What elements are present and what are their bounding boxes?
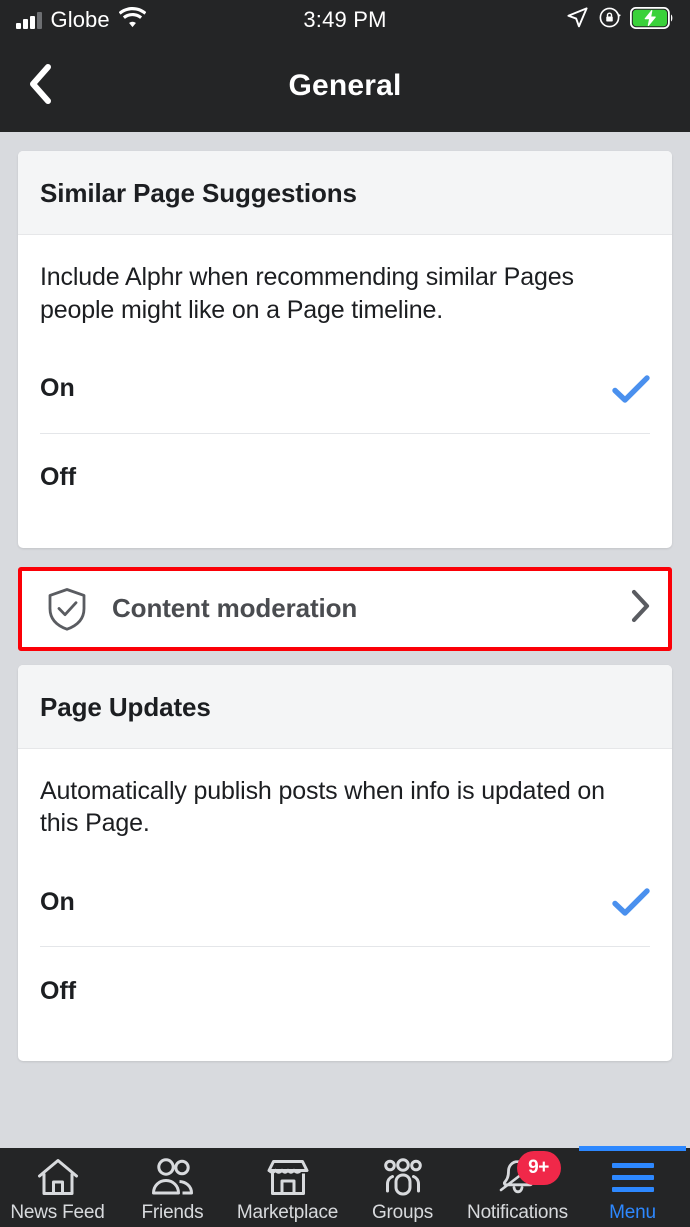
friends-icon <box>150 1157 196 1197</box>
tab-label: Menu <box>609 1202 656 1223</box>
signal-bars-icon <box>16 11 42 29</box>
checkmark-icon <box>612 887 650 917</box>
rotation-lock-icon <box>598 6 621 34</box>
option-row-on[interactable]: On <box>18 345 672 433</box>
status-bar: Globe 3:49 PM <box>0 0 690 40</box>
tab-label: Notifications <box>467 1202 568 1223</box>
back-button[interactable] <box>0 40 80 132</box>
chevron-right-icon <box>630 589 650 628</box>
home-icon <box>37 1157 79 1197</box>
card-bottom-padding <box>18 1035 672 1061</box>
wifi-icon <box>118 7 147 33</box>
status-bar-left: Globe <box>16 7 566 33</box>
tab-menu[interactable]: Menu <box>575 1146 690 1227</box>
checkmark-icon <box>612 374 650 404</box>
tab-groups[interactable]: Groups <box>345 1148 460 1227</box>
nav-header: General <box>0 40 690 132</box>
content-moderation-highlight: Content moderation <box>18 566 672 651</box>
option-row-off[interactable]: Off <box>18 434 672 522</box>
notification-badge: 9+ <box>516 1151 561 1185</box>
carrier-label: Globe <box>50 7 110 32</box>
tab-notifications[interactable]: 9+ Notifications <box>460 1148 575 1227</box>
card-bottom-padding <box>18 522 672 548</box>
section-title: Similar Page Suggestions <box>18 151 672 235</box>
tab-friends[interactable]: Friends <box>115 1148 230 1227</box>
marketplace-icon <box>267 1157 309 1197</box>
content-moderation-label: Content moderation <box>112 593 358 623</box>
status-bar-right <box>566 6 674 34</box>
section-title: Page Updates <box>18 664 672 749</box>
tab-label: Marketplace <box>236 1202 339 1223</box>
groups-icon <box>380 1157 426 1197</box>
section-card-page-updates: Page Updates Automatically publish posts… <box>18 664 672 1061</box>
tab-news-feed[interactable]: News Feed <box>0 1148 115 1227</box>
tab-marketplace[interactable]: Marketplace <box>230 1148 345 1227</box>
shield-check-icon <box>44 586 90 632</box>
section-description: Automatically publish posts when info is… <box>40 776 605 838</box>
option-row-off[interactable]: Off <box>18 947 672 1035</box>
phone-screen: Globe 3:49 PM General Similar Page Sugge… <box>0 0 690 1227</box>
option-label: On <box>40 374 75 402</box>
active-tab-indicator <box>579 1146 686 1151</box>
bell-icon: 9+ <box>497 1151 561 1197</box>
option-row-on[interactable]: On <box>18 858 672 946</box>
bottom-navigation-bar: News Feed Friends Marketplace Groups 9+ … <box>0 1146 690 1227</box>
tab-label: Groups <box>371 1202 434 1223</box>
content-moderation-row[interactable]: Content moderation <box>22 570 668 647</box>
section-card-similar-page-suggestions: Similar Page Suggestions Include Alphr w… <box>18 151 672 548</box>
page-title: General <box>288 69 402 102</box>
option-label: Off <box>40 463 77 491</box>
option-label: Off <box>40 976 77 1005</box>
section-description: Include Alphr when recommending similar … <box>40 263 574 324</box>
settings-content: Similar Page Suggestions Include Alphr w… <box>0 132 690 1148</box>
hamburger-menu-icon <box>611 1157 654 1197</box>
location-arrow-icon <box>566 6 589 34</box>
option-label: On <box>40 887 75 916</box>
chevron-left-icon <box>28 63 52 110</box>
tab-label: News Feed <box>10 1202 105 1223</box>
tab-label: Friends <box>141 1202 204 1223</box>
battery-charging-icon <box>629 6 674 34</box>
